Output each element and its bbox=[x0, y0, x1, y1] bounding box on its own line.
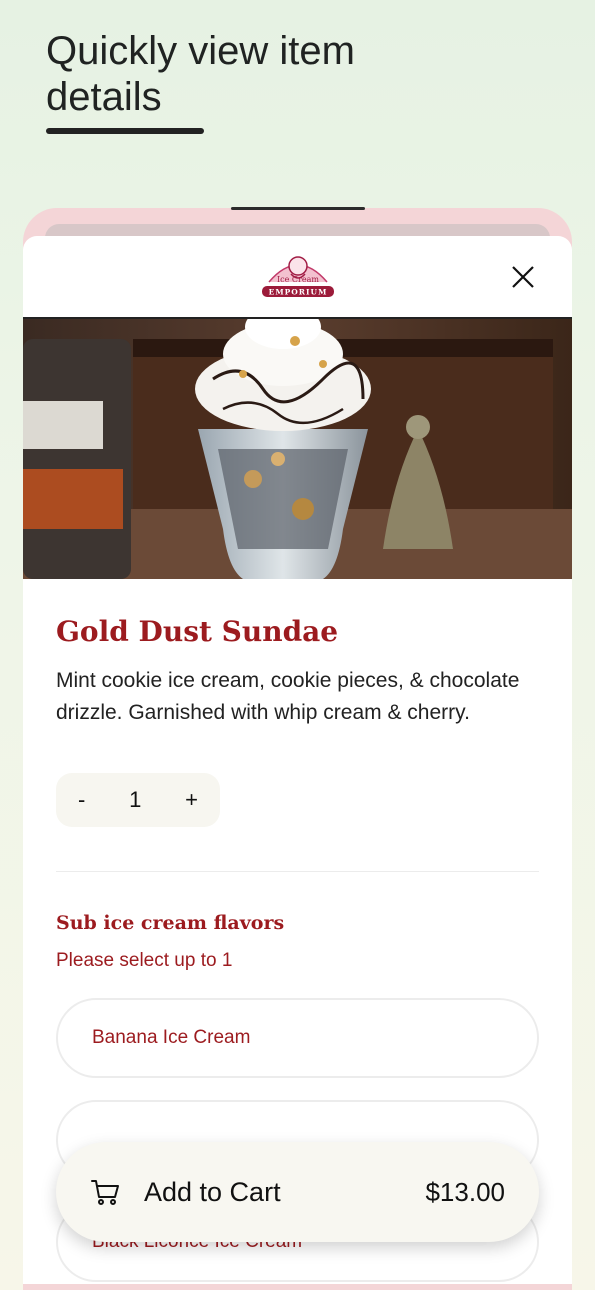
logo-line1: Ice Cream bbox=[277, 275, 319, 284]
quantity-stepper: - 1 + bbox=[56, 773, 220, 827]
item-title: Gold Dust Sundae bbox=[56, 615, 339, 648]
add-to-cart-label: Add to Cart bbox=[144, 1176, 281, 1207]
item-photo bbox=[23, 319, 572, 579]
section-subtitle: Please select up to 1 bbox=[56, 950, 233, 971]
sheet-header: Ice Cream EMPORIUM bbox=[23, 236, 572, 319]
ice-cream-emporium-logo: Ice Cream EMPORIUM bbox=[259, 252, 337, 304]
phone-notch bbox=[231, 207, 365, 210]
item-description: Mint cookie ice cream, cookie pieces, & … bbox=[56, 669, 520, 724]
option-label: Banana Ice Cream bbox=[92, 1027, 251, 1048]
option-banana-ice-cream[interactable]: Banana Ice Cream bbox=[56, 998, 539, 1078]
cart-price: $13.00 bbox=[425, 1176, 505, 1207]
add-to-cart-button[interactable]: Add to Cart $13.00 bbox=[56, 1142, 539, 1242]
page-heading: Quickly view item details bbox=[46, 29, 355, 119]
increment-button[interactable]: + bbox=[185, 787, 198, 813]
cart-icon bbox=[91, 1180, 119, 1205]
quantity-value: 1 bbox=[129, 787, 142, 812]
close-button[interactable] bbox=[508, 262, 538, 292]
item-detail-sheet: Ice Cream EMPORIUM Gold Dust Sundae Mint… bbox=[23, 236, 572, 1284]
divider bbox=[56, 871, 539, 872]
heading-underline bbox=[46, 128, 204, 134]
decrement-button[interactable]: - bbox=[78, 787, 85, 813]
close-icon bbox=[512, 266, 534, 288]
section-title: Sub ice cream flavors bbox=[56, 912, 285, 934]
logo-line2: EMPORIUM bbox=[269, 288, 328, 297]
